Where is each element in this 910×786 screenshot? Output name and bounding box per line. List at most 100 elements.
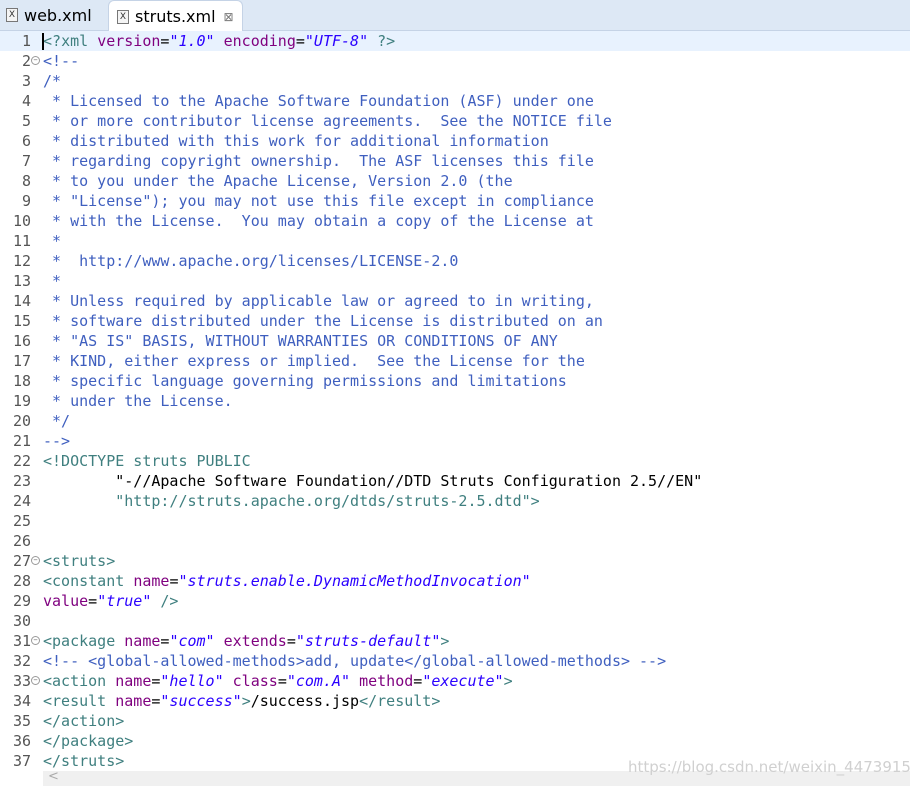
code-line[interactable]: 20 */ (0, 411, 910, 431)
code-line[interactable]: 36 </package> (0, 731, 910, 751)
code-text: </struts> (43, 751, 124, 771)
token-tag: <struts> (43, 552, 116, 570)
code-line[interactable]: 5 * or more contributor license agreemen… (0, 111, 910, 131)
code-text: * or more contributor license agreements… (43, 111, 612, 131)
token-txt: = (286, 632, 296, 650)
code-text: * software distributed under the License… (43, 311, 603, 331)
line-number: 28 (12, 572, 31, 590)
line-number: 34 (12, 692, 31, 710)
code-line[interactable]: 23 "-//Apache Software Foundation//DTD S… (0, 471, 910, 491)
code-text: * to you under the Apache License, Versi… (43, 171, 513, 191)
token-val: "struts.enable.DynamicMethodInvocation" (178, 572, 531, 590)
code-text: "-//Apache Software Foundation//DTD Stru… (43, 471, 702, 491)
code-line[interactable]: 11 * (0, 231, 910, 251)
code-line[interactable]: 4 * Licensed to the Apache Software Foun… (0, 91, 910, 111)
code-line[interactable]: 21 --> (0, 431, 910, 451)
code-line[interactable]: 28 <constant name="struts.enable.DynamicM… (0, 571, 910, 591)
tab-label: struts.xml (135, 7, 216, 26)
code-line[interactable]: 2− <!-- (0, 51, 910, 71)
code-text: <result name="success">/success.jsp</res… (43, 691, 440, 711)
line-number: 17 (12, 352, 31, 370)
xml-file-icon: X (6, 8, 18, 22)
token-com: * "License"); you may not use this file … (43, 192, 594, 210)
line-number: 1 (21, 32, 31, 50)
token-attr: name (115, 692, 152, 710)
code-line[interactable]: 15 * software distributed under the Lice… (0, 311, 910, 331)
code-line[interactable]: 34 <result name="success">/success.jsp</r… (0, 691, 910, 711)
code-line[interactable]: 33− <action name="hello" class="com.A" me… (0, 671, 910, 691)
line-number: 29 (12, 592, 31, 610)
code-text: * Unless required by applicable law or a… (43, 291, 594, 311)
token-com: * under the License. (43, 392, 233, 410)
code-editor[interactable]: 1 <?xml version="1.0" encoding="UTF-8" ?>… (0, 31, 910, 771)
code-line[interactable]: 35 </action> (0, 711, 910, 731)
code-text: * KIND, either express or implied. See t… (43, 351, 585, 371)
tab-web-xml[interactable]: X web.xml (6, 0, 92, 30)
token-tag: > (503, 672, 513, 690)
code-text: * regarding copyright ownership. The ASF… (43, 151, 594, 171)
token-tag: </result> (359, 692, 441, 710)
fold-toggle-icon[interactable]: − (31, 556, 40, 565)
code-line[interactable]: 29 value="true" /> (0, 591, 910, 611)
code-line[interactable]: 7 * regarding copyright ownership. The A… (0, 151, 910, 171)
line-number: 19 (12, 392, 31, 410)
code-text: <?xml version="1.0" encoding="UTF-8" ?> (43, 31, 395, 51)
token-com: * to you under the Apache License, Versi… (43, 172, 513, 190)
token-tag: <action (43, 672, 116, 690)
token-val: "UTF-8" (304, 32, 369, 50)
code-line[interactable]: 16 * "AS IS" BASIS, WITHOUT WARRANTIES O… (0, 331, 910, 351)
scroll-left-icon[interactable]: < (48, 769, 59, 784)
fold-toggle-icon[interactable]: − (31, 56, 40, 65)
tab-struts-xml[interactable]: X struts.xml ⊠ (108, 0, 243, 32)
line-number: 33 (12, 672, 31, 690)
token-com: <!-- <global-allowed-methods>add, update… (43, 652, 667, 670)
code-line[interactable]: 3 /* (0, 71, 910, 91)
token-com: * (43, 272, 62, 290)
token-txt: /success.jsp (250, 692, 360, 710)
line-number: 10 (12, 212, 31, 230)
code-line[interactable]: 10 * with the License. You may obtain a … (0, 211, 910, 231)
line-number: 25 (12, 512, 31, 530)
code-line[interactable]: 17 * KIND, either express or implied. Se… (0, 351, 910, 371)
token-attr: name (115, 672, 152, 690)
code-text: value="true" /> (43, 591, 178, 611)
code-line[interactable]: 30 (0, 611, 910, 631)
code-line[interactable]: 25 (0, 511, 910, 531)
fold-toggle-icon[interactable]: − (31, 636, 40, 645)
token-tag: </action> (43, 712, 125, 730)
code-line[interactable]: 1 <?xml version="1.0" encoding="UTF-8" ?> (0, 31, 910, 51)
code-line[interactable]: 32 <!-- <global-allowed-methods>add, upda… (0, 651, 910, 671)
token-com: * distributed with this work for additio… (43, 132, 549, 150)
code-text: <constant name="struts.enable.DynamicMet… (43, 571, 531, 591)
code-line[interactable]: 18 * specific language governing permiss… (0, 371, 910, 391)
token-com: */ (43, 412, 71, 430)
token-tag: > (440, 632, 450, 650)
code-line[interactable]: 12 * http://www.apache.org/licenses/LICE… (0, 251, 910, 271)
token-tag: <package (43, 632, 125, 650)
code-line[interactable]: 31− <package name="com" extends="struts-d… (0, 631, 910, 651)
code-line[interactable]: 27− <struts> (0, 551, 910, 571)
code-text: <!-- <global-allowed-methods>add, update… (43, 651, 666, 671)
token-val: "execute" (422, 672, 504, 690)
code-text: * "AS IS" BASIS, WITHOUT WARRANTIES OR C… (43, 331, 558, 351)
code-line[interactable]: 26 (0, 531, 910, 551)
line-number: 2 (21, 52, 31, 70)
code-line[interactable]: 14 * Unless required by applicable law o… (0, 291, 910, 311)
code-line[interactable]: 24 "http://struts.apache.org/dtds/struts… (0, 491, 910, 511)
token-tag: </package> (43, 732, 134, 750)
code-text: <!DOCTYPE struts PUBLIC (43, 451, 251, 471)
line-number: 6 (21, 132, 31, 150)
token-txt: = (277, 672, 287, 690)
fold-toggle-icon[interactable]: − (31, 676, 40, 685)
code-line[interactable]: 6 * distributed with this work for addit… (0, 131, 910, 151)
code-line[interactable]: 13 * (0, 271, 910, 291)
code-line[interactable]: 9 * "License"); you may not use this fil… (0, 191, 910, 211)
line-number: 31 (12, 632, 31, 650)
code-line[interactable]: 19 * under the License. (0, 391, 910, 411)
code-line[interactable]: 8 * to you under the Apache License, Ver… (0, 171, 910, 191)
line-number: 18 (12, 372, 31, 390)
code-line[interactable]: 22 <!DOCTYPE struts PUBLIC (0, 451, 910, 471)
close-icon[interactable]: ⊠ (224, 10, 234, 24)
token-attr: version (97, 32, 161, 50)
